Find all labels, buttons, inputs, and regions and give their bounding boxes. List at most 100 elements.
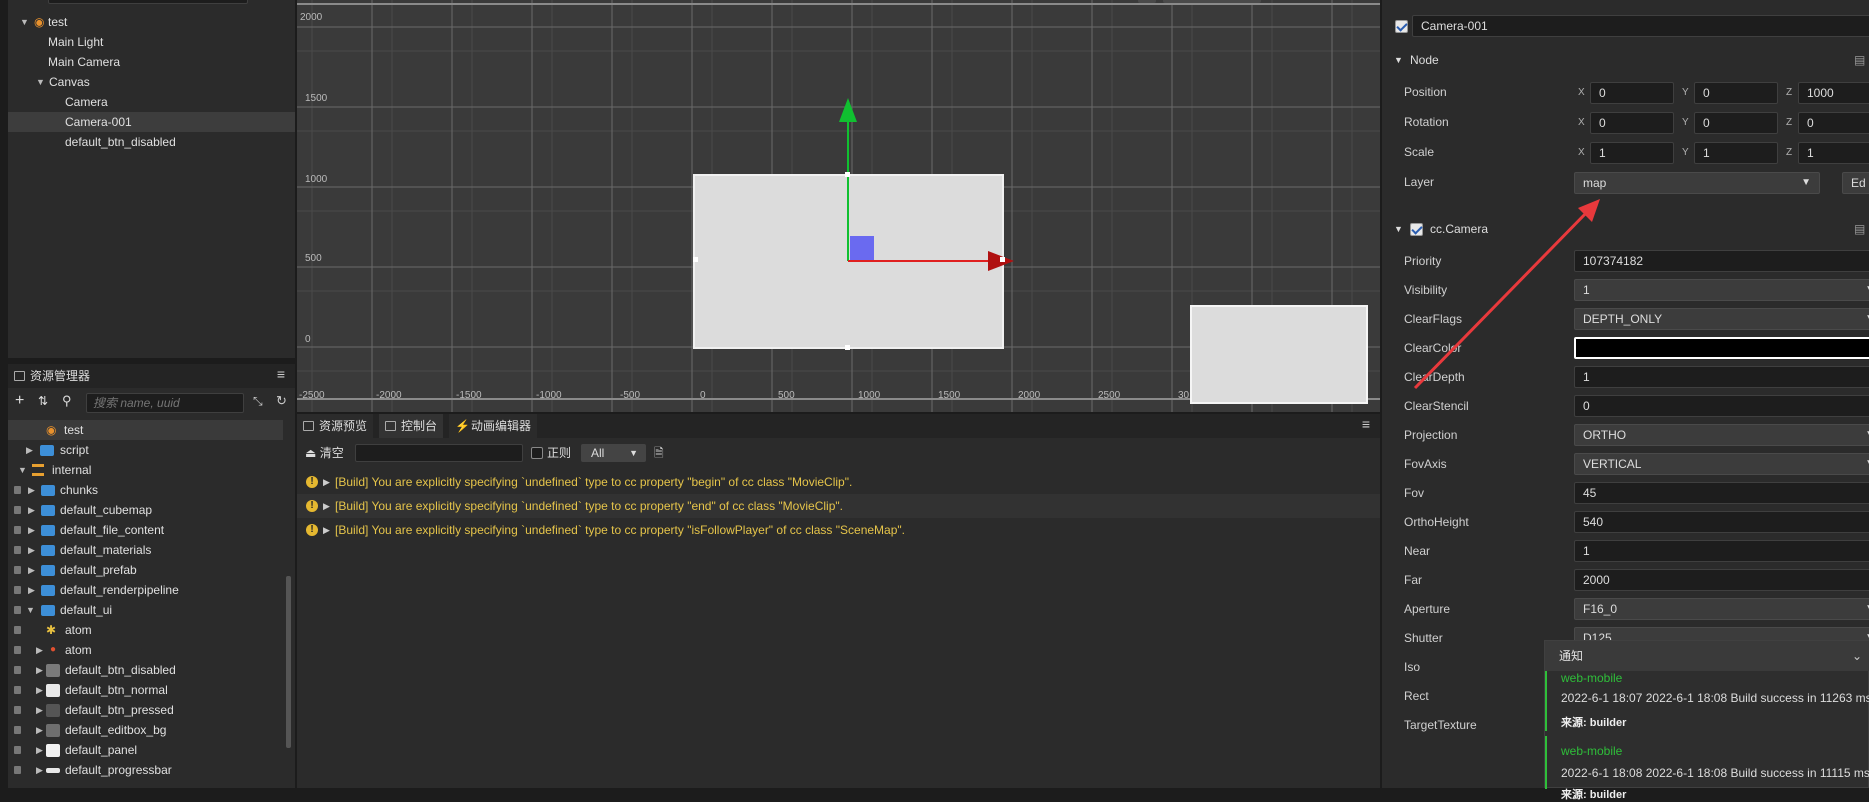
- clear-button[interactable]: ⏏ 清空: [305, 444, 344, 462]
- assets-search-input[interactable]: [86, 393, 244, 413]
- priority-input[interactable]: 107374182: [1574, 250, 1869, 272]
- position-x-input[interactable]: 0: [1590, 82, 1674, 104]
- log-level-select[interactable]: All ▼: [581, 444, 646, 462]
- scale-y-input[interactable]: 1: [1694, 142, 1778, 164]
- position-z-input[interactable]: 1000: [1798, 82, 1869, 104]
- chevron-down-icon[interactable]: ⌄: [1852, 641, 1862, 671]
- cleardepth-input[interactable]: 1: [1574, 366, 1869, 388]
- asset-item-atom-texture[interactable]: ▶ ● atom: [8, 640, 295, 660]
- chevron-right-icon[interactable]: ▶: [28, 520, 35, 540]
- chevron-down-icon[interactable]: ▼: [26, 600, 35, 620]
- asset-item-default-file-content[interactable]: ▶ default_file_content: [8, 520, 295, 540]
- asset-item-default-prefab[interactable]: ▶ default_prefab: [8, 560, 295, 580]
- near-input[interactable]: 1: [1574, 540, 1869, 562]
- scale-x-input[interactable]: 1: [1590, 142, 1674, 164]
- page-icon[interactable]: ▤: [1854, 47, 1865, 73]
- tab-animation-editor[interactable]: ⚡ 动画编辑器: [449, 414, 538, 438]
- tree-item-default-btn-disabled[interactable]: default_btn_disabled: [8, 132, 295, 152]
- assets-scrollbar[interactable]: [286, 576, 291, 748]
- tree-item-camera-001[interactable]: Camera-001: [8, 112, 295, 132]
- console-message[interactable]: ! ▶ [Build] You are explicitly specifyin…: [297, 518, 1380, 542]
- chevron-right-icon[interactable]: ▶: [36, 680, 43, 700]
- tree-item-main-light[interactable]: Main Light: [8, 32, 295, 52]
- console-message[interactable]: ! ▶ [Build] You are explicitly specifyin…: [297, 494, 1380, 518]
- chevron-right-icon[interactable]: ▶: [323, 494, 330, 518]
- far-input[interactable]: 2000: [1574, 569, 1869, 591]
- chevron-right-icon[interactable]: ▶: [28, 560, 35, 580]
- collapse-icon[interactable]: ⤡: [253, 394, 263, 409]
- menu-icon[interactable]: ≡: [277, 366, 285, 382]
- tab-console[interactable]: 控制台: [379, 414, 444, 438]
- orthoheight-input[interactable]: 540: [1574, 511, 1869, 533]
- rotation-x-input[interactable]: 0: [1590, 112, 1674, 134]
- tree-item-canvas[interactable]: ▼ Canvas: [8, 72, 295, 92]
- menu-icon[interactable]: ≡: [1362, 416, 1370, 432]
- clearcolor-swatch[interactable]: [1574, 337, 1869, 359]
- asset-item-default-renderpipeline[interactable]: ▶ default_renderpipeline: [8, 580, 295, 600]
- projection-select[interactable]: ORTHO ▼: [1574, 424, 1869, 446]
- asset-item-default-cubemap[interactable]: ▶ default_cubemap: [8, 500, 295, 520]
- tab-assets[interactable]: 资源管理器: [8, 364, 96, 388]
- notification-item[interactable]: web-mobile 2022-6-1 18:08 2022-6-1 18:08…: [1545, 736, 1869, 801]
- chevron-right-icon[interactable]: ▶: [36, 700, 43, 720]
- console-message[interactable]: ! ▶ [Build] You are explicitly specifyin…: [297, 470, 1380, 494]
- clearstencil-input[interactable]: 0: [1574, 395, 1869, 417]
- visibility-select[interactable]: 1▼: [1574, 279, 1869, 301]
- refresh-icon[interactable]: ↻: [276, 393, 287, 409]
- node-active-checkbox[interactable]: [1395, 20, 1408, 33]
- asset-item-atom[interactable]: ✱ atom: [8, 620, 295, 640]
- asset-item-default-btn-disabled[interactable]: ▶ default_btn_disabled: [8, 660, 295, 680]
- asset-item-chunks[interactable]: ▶ chunks: [8, 480, 295, 500]
- scene-toolbar-button[interactable]: [1138, 0, 1156, 3]
- chevron-right-icon[interactable]: ▶: [323, 470, 330, 494]
- edit-layer-button[interactable]: Ed: [1842, 172, 1869, 194]
- tree-item-main-camera[interactable]: Main Camera: [8, 52, 295, 72]
- chevron-right-icon[interactable]: ▶: [36, 720, 43, 740]
- search-icon[interactable]: ⚲: [62, 393, 72, 409]
- gizmo-center-handle[interactable]: [850, 236, 874, 260]
- position-y-input[interactable]: 0: [1694, 82, 1778, 104]
- gizmo-y-arrow[interactable]: [839, 98, 857, 122]
- asset-item-default-materials[interactable]: ▶ default_materials: [8, 540, 295, 560]
- asset-item-default-panel[interactable]: ▶ default_panel: [8, 740, 295, 760]
- asset-item-internal[interactable]: ▼ internal: [8, 460, 295, 480]
- notification-header[interactable]: 通知 ⌄: [1545, 641, 1869, 671]
- chevron-right-icon[interactable]: ▶: [28, 500, 35, 520]
- asset-item-default-btn-normal[interactable]: ▶ default_btn_normal: [8, 680, 295, 700]
- scale-z-input[interactable]: 1: [1798, 142, 1869, 164]
- notification-item[interactable]: web-mobile 2022-6-1 18:07 2022-6-1 18:08…: [1545, 671, 1869, 731]
- asset-item-default-editbox-bg[interactable]: ▶ default_editbox_bg: [8, 720, 295, 740]
- fov-input[interactable]: 45: [1574, 482, 1869, 504]
- open-log-file-icon[interactable]: 🗎: [654, 444, 664, 465]
- clearflags-select[interactable]: DEPTH_ONLY▼: [1574, 308, 1869, 330]
- chevron-right-icon[interactable]: ▶: [28, 480, 35, 500]
- asset-item-default-ui[interactable]: ▼ default_ui: [8, 600, 295, 620]
- asset-item-test[interactable]: ◉ test: [8, 420, 283, 440]
- chevron-right-icon[interactable]: ▶: [323, 518, 330, 542]
- node-name-input[interactable]: Camera-001: [1412, 15, 1869, 37]
- rotation-y-input[interactable]: 0: [1694, 112, 1778, 134]
- console-filter-input[interactable]: [355, 444, 523, 462]
- chevron-down-icon[interactable]: ▼: [20, 12, 29, 32]
- chevron-right-icon[interactable]: ▶: [26, 440, 33, 460]
- tree-item-camera[interactable]: Camera: [8, 92, 295, 112]
- chevron-right-icon[interactable]: ▶: [36, 740, 43, 760]
- layer-select[interactable]: map ▼: [1574, 172, 1820, 194]
- scene-toolbar-select[interactable]: [1163, 0, 1261, 3]
- node-section-header[interactable]: ▼ Node ▤: [1382, 47, 1869, 73]
- chevron-right-icon[interactable]: ▶: [28, 580, 35, 600]
- asset-item-default-btn-pressed[interactable]: ▶ default_btn_pressed: [8, 700, 295, 720]
- regex-checkbox[interactable]: [531, 447, 543, 459]
- chevron-right-icon[interactable]: ▶: [36, 640, 43, 660]
- asset-item-script[interactable]: ▶ script: [8, 440, 295, 460]
- chevron-right-icon[interactable]: ▶: [28, 540, 35, 560]
- add-icon[interactable]: +: [15, 392, 24, 410]
- sort-icon[interactable]: ⇅: [38, 394, 48, 408]
- tree-item-test[interactable]: ▼ ◉ test: [8, 12, 295, 32]
- hierarchy-search-input[interactable]: [48, 0, 248, 4]
- fovaxis-select[interactable]: VERTICAL ▼: [1574, 453, 1869, 475]
- asset-item-default-progressbar[interactable]: ▶ default_progressbar: [8, 760, 295, 780]
- chevron-down-icon[interactable]: ▼: [18, 460, 27, 480]
- tab-asset-preview[interactable]: 资源预览: [297, 414, 374, 438]
- chevron-down-icon[interactable]: ▼: [36, 72, 45, 92]
